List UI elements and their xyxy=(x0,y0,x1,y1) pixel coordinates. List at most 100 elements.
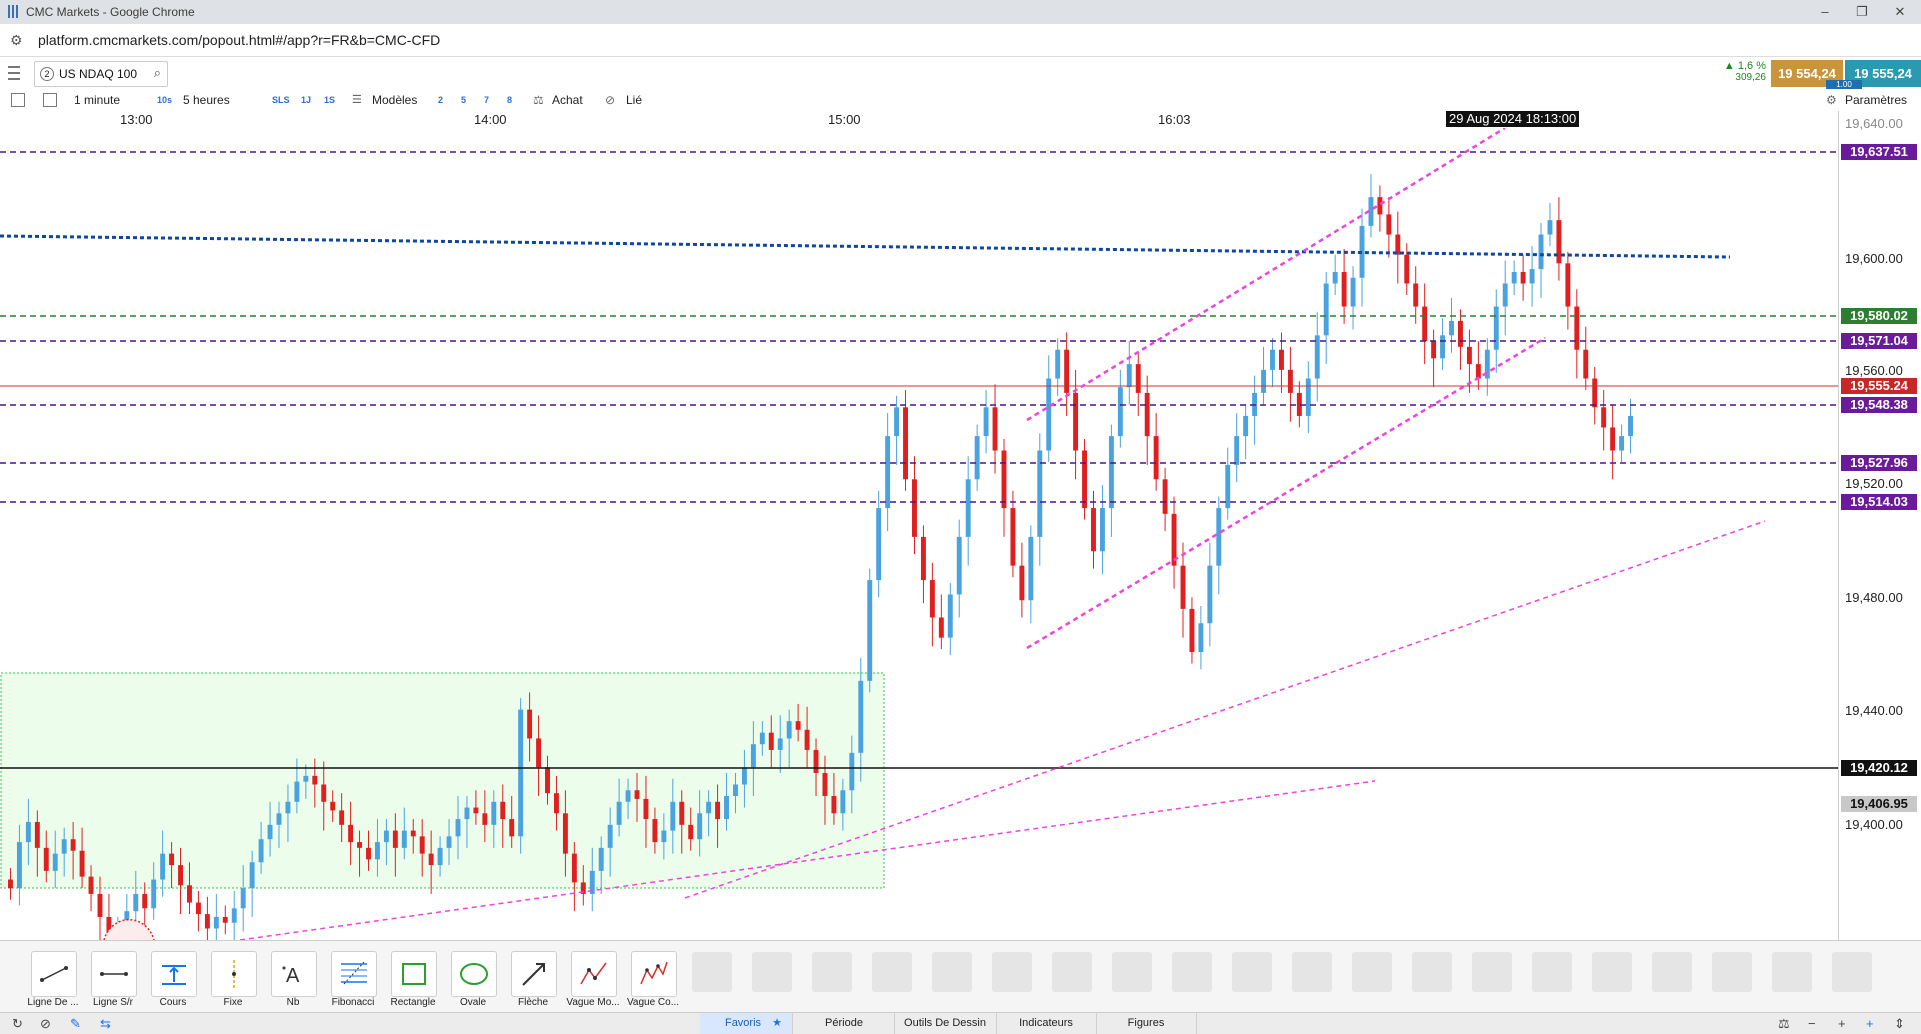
candle-bearish xyxy=(1278,349,1284,370)
price-line-button[interactable] xyxy=(151,951,197,997)
pencil-icon[interactable]: ✎ xyxy=(70,1016,81,1032)
candle-bearish xyxy=(1422,306,1428,342)
candle-bullish xyxy=(1529,269,1535,284)
interval-select[interactable]: 1 minute xyxy=(74,93,120,107)
sr-line-button[interactable] xyxy=(91,951,137,997)
candle-bearish xyxy=(903,407,908,480)
crosshair-icon[interactable]: + xyxy=(1866,1016,1874,1031)
fixed-line-icon xyxy=(232,960,236,988)
candle-bearish xyxy=(1153,436,1159,480)
price-tag: 19,514.03 xyxy=(1841,494,1917,510)
layout-8[interactable]: 8 xyxy=(507,95,512,105)
candle-bullish xyxy=(1547,220,1553,235)
candle-bearish xyxy=(1583,349,1589,379)
instrument-selector[interactable]: 2 US NDAQ 100 ⌕ xyxy=(34,61,168,87)
period-1j[interactable]: 1J xyxy=(301,95,311,105)
candle-bearish xyxy=(1458,320,1463,347)
period-sls[interactable]: SLS xyxy=(272,95,290,105)
oval-button[interactable] xyxy=(451,951,497,997)
candle-bearish xyxy=(822,772,828,797)
candle-bullish xyxy=(1108,436,1114,509)
candle-bullish xyxy=(1126,364,1132,388)
minimize-button[interactable]: – xyxy=(1816,3,1834,21)
candle-bullish xyxy=(1225,464,1231,509)
candle-bullish xyxy=(1117,387,1123,437)
layout-5[interactable]: 5 xyxy=(461,95,466,105)
templates-button[interactable]: Modèles xyxy=(372,93,417,107)
candle-bearish xyxy=(1010,508,1016,566)
candle-bearish xyxy=(500,801,506,820)
layout-7[interactable]: 7 xyxy=(484,95,489,105)
candle-bearish xyxy=(1556,220,1562,264)
refresh-icon[interactable]: ↻ xyxy=(12,1016,23,1032)
candle-bullish xyxy=(249,862,255,889)
empty-tool-slot xyxy=(1292,952,1332,992)
note-button[interactable]: A xyxy=(271,951,317,997)
candle-bearish xyxy=(392,830,398,848)
buy-mode-button[interactable]: Achat xyxy=(552,93,583,107)
site-info-icon[interactable]: ⚙ xyxy=(10,32,23,49)
url-text[interactable]: platform.cmcmarkets.com/popout.html#/app… xyxy=(38,32,440,48)
tool-label: Fibonacci xyxy=(331,997,375,1008)
tab-periode[interactable]: Période xyxy=(794,1013,895,1034)
candle-bearish xyxy=(715,801,721,820)
settings-button[interactable]: Paramètres xyxy=(1845,93,1907,107)
settings-icon[interactable]: ⚙ xyxy=(1826,93,1837,107)
period-1s[interactable]: 1S xyxy=(324,95,335,105)
candle-bullish xyxy=(759,732,765,745)
candle-bearish xyxy=(1592,378,1598,408)
search-icon[interactable]: ⌕ xyxy=(154,65,161,81)
scale-icon[interactable]: ⚖ xyxy=(1778,1016,1790,1032)
price-label: 19,480.00 xyxy=(1845,590,1903,605)
price-label: 19,520.00 xyxy=(1845,476,1903,491)
candle-bearish xyxy=(1404,254,1410,284)
wave-button[interactable] xyxy=(571,951,617,997)
price-chart[interactable] xyxy=(0,128,1838,940)
candle-bearish xyxy=(527,709,533,739)
star-icon[interactable]: ★ xyxy=(762,1013,793,1034)
candle-bearish xyxy=(1386,214,1392,235)
clear-icon[interactable]: ⊘ xyxy=(40,1016,51,1032)
maximize-button[interactable]: ❐ xyxy=(1853,3,1871,21)
rectangle-button[interactable] xyxy=(391,951,437,997)
empty-tool-slot xyxy=(812,952,852,992)
price-tag: 19,571.04 xyxy=(1841,333,1917,349)
tab-outils-de-dessin[interactable]: Outils De Dessin xyxy=(894,1013,997,1034)
candle-bearish xyxy=(1431,341,1437,359)
expand-icon[interactable]: ⇕ xyxy=(1894,1016,1905,1032)
fibonacci-button[interactable] xyxy=(331,951,377,997)
instrument-index: 2 xyxy=(40,67,54,81)
candle-bullish xyxy=(983,407,989,437)
arrow-button[interactable] xyxy=(511,951,557,997)
linked-button[interactable]: Lié xyxy=(626,93,642,107)
candle-bullish xyxy=(741,767,747,785)
candle-bullish xyxy=(1511,271,1517,284)
layout-2[interactable]: 2 xyxy=(438,95,443,105)
candle-bearish xyxy=(321,784,327,802)
line-tool-button[interactable] xyxy=(31,951,77,997)
period-select[interactable]: 5 heures xyxy=(183,93,230,107)
zoom-out-icon[interactable]: − xyxy=(1808,1016,1816,1031)
interval-10s[interactable]: 10s xyxy=(157,95,172,105)
candle-bullish xyxy=(455,819,461,837)
candle-bearish xyxy=(366,847,371,860)
zoom-in-icon[interactable]: + xyxy=(1838,1016,1846,1031)
cmc-app-icon xyxy=(8,5,20,18)
empty-tool-slot xyxy=(1232,952,1272,992)
candle-bearish xyxy=(419,836,425,854)
chart-list-icon[interactable] xyxy=(11,93,25,107)
wave2-button[interactable] xyxy=(631,951,677,997)
tab-figures[interactable]: Figures xyxy=(1096,1013,1197,1034)
candle-bearish xyxy=(169,853,175,866)
magnet-icon[interactable]: ⇆ xyxy=(100,1016,111,1032)
price-label: 19,640.00 xyxy=(1845,116,1903,131)
tool-label: Flèche xyxy=(517,997,548,1008)
layout-grid-icon[interactable] xyxy=(43,93,57,107)
close-button[interactable]: ✕ xyxy=(1891,3,1909,21)
menu-icon[interactable] xyxy=(8,66,20,80)
candle-bearish xyxy=(348,824,354,843)
fixed-line-button[interactable] xyxy=(211,951,257,997)
candle-bullish xyxy=(724,796,729,820)
tab-indicateurs[interactable]: Indicateurs xyxy=(996,1013,1097,1034)
tool-label: Ovale xyxy=(459,997,487,1008)
